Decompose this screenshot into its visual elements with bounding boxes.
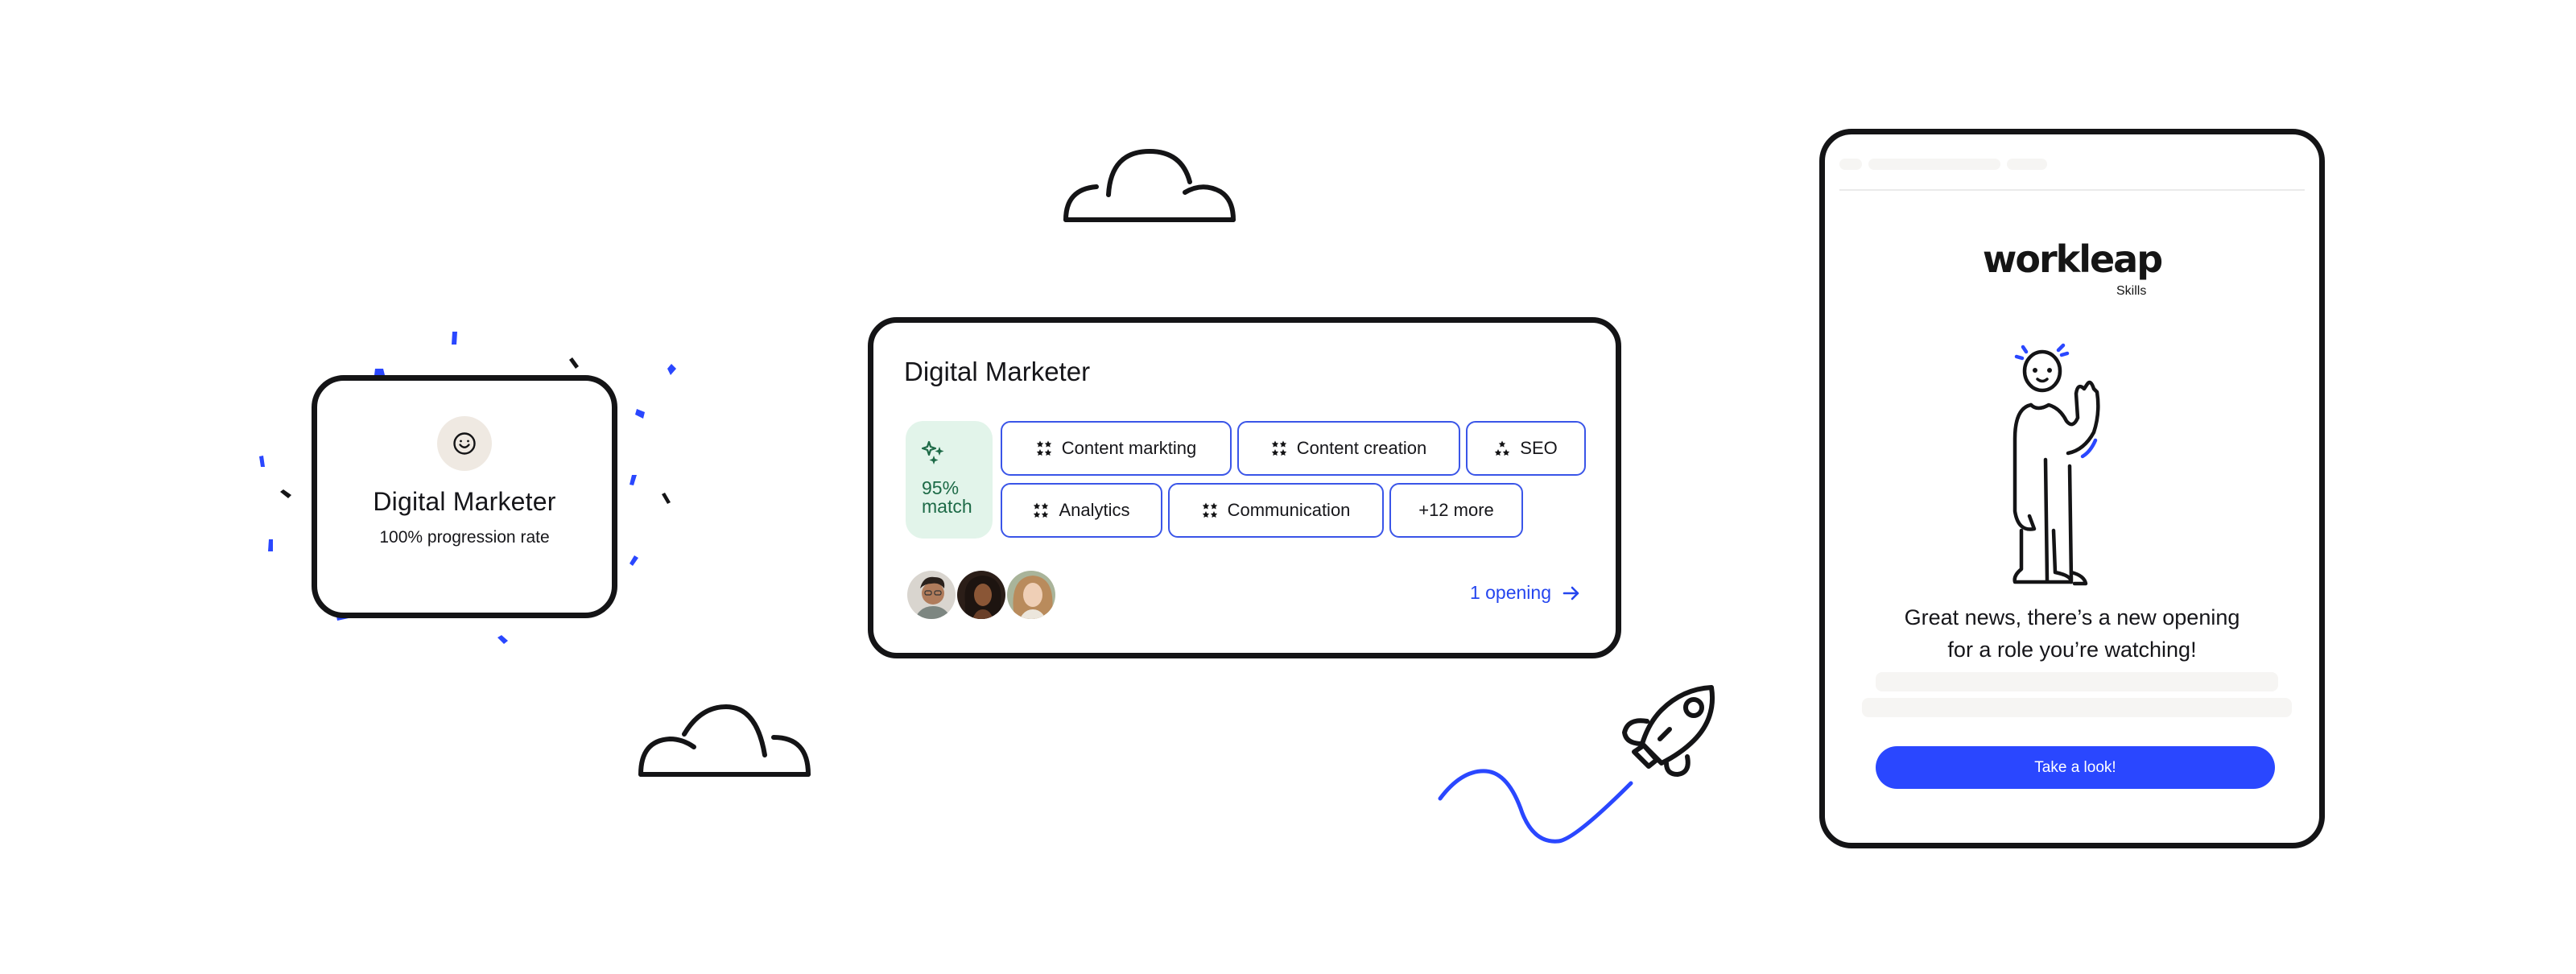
take-a-look-button[interactable]: Take a look! — [1876, 746, 2275, 789]
skeleton-placeholder — [1862, 698, 2292, 717]
skill-label: Content markting — [1061, 438, 1197, 458]
skeleton-placeholder — [1868, 159, 2000, 170]
four-stars-icon — [1036, 440, 1051, 456]
rocket-icon — [1622, 685, 1715, 777]
role-title: Digital Marketer — [904, 357, 1091, 386]
skeleton-placeholder — [2007, 159, 2047, 170]
skill-chip[interactable]: SEO — [1466, 421, 1586, 476]
divider — [1839, 189, 2305, 191]
skill-chip[interactable]: Content creation — [1237, 421, 1460, 476]
avatar-group — [906, 569, 1057, 621]
openings-label: 1 opening — [1469, 582, 1551, 603]
avatar — [956, 569, 1007, 621]
confetti-piece — [630, 555, 638, 566]
sparkles-icon — [921, 440, 944, 464]
role-card[interactable]: Digital Marketer 95% match Content markt… — [868, 317, 1621, 658]
three-stars-icon — [1495, 440, 1510, 456]
brand-logo: workleap Skills — [1825, 237, 2319, 298]
match-percent: 95% — [922, 477, 960, 498]
arrow-right-icon — [1563, 586, 1579, 600]
confetti-piece — [280, 489, 291, 498]
avatar-badge — [437, 416, 492, 471]
skill-chip[interactable]: Communication — [1168, 483, 1384, 538]
skill-label: SEO — [1520, 438, 1558, 458]
confetti-piece — [635, 409, 645, 419]
confetti-piece — [374, 369, 385, 375]
match-badge: 95% match — [906, 421, 993, 539]
cloud-icon — [1063, 148, 1236, 222]
skill-chip[interactable]: Analytics — [1001, 483, 1162, 538]
skeleton-placeholder — [1876, 672, 2278, 691]
avatar — [906, 569, 957, 621]
notification-message: Great news, there’s a new opening for a … — [1825, 601, 2319, 666]
confetti-piece — [662, 493, 671, 504]
cloud-icon — [638, 704, 811, 777]
skill-label: Analytics — [1059, 500, 1130, 520]
confetti-piece — [497, 635, 508, 644]
confetti-piece — [259, 456, 265, 467]
skeleton-placeholder — [1839, 159, 1862, 170]
four-stars-icon — [1202, 502, 1217, 518]
skill-label: Communication — [1227, 500, 1351, 520]
skill-label: Content creation — [1296, 438, 1427, 458]
confetti-piece — [630, 475, 637, 485]
confetti-piece — [569, 357, 579, 369]
brand-wordmark: workleap — [1982, 237, 2163, 281]
rocket-trail — [1438, 769, 1633, 844]
smiley-icon — [453, 432, 476, 455]
product-name: Skills — [2116, 284, 2147, 298]
confetti-piece — [667, 364, 676, 375]
four-stars-icon — [1271, 440, 1286, 456]
message-line: Great news, there’s a new opening — [1904, 605, 2240, 629]
more-skills-button[interactable]: +12 more — [1389, 483, 1523, 538]
more-skills-label: +12 more — [1418, 500, 1494, 520]
achievement-subtitle: 100% progression rate — [379, 528, 550, 547]
skill-chip[interactable]: Content markting — [1001, 421, 1232, 476]
four-stars-icon — [1034, 502, 1049, 518]
notification-phone: workleap Skills Great news, there’s a ne… — [1819, 129, 2325, 848]
achievement-title: Digital Marketer — [373, 487, 556, 516]
achievement-card: Digital Marketer 100% progression rate — [312, 375, 617, 618]
confetti-piece — [268, 539, 273, 551]
message-line: for a role you’re watching! — [1947, 638, 2197, 662]
match-label: match — [922, 496, 972, 517]
confetti-piece — [452, 332, 457, 345]
openings-link[interactable]: 1 opening — [1470, 582, 1580, 604]
avatar — [1005, 569, 1057, 621]
waving-person-illustration — [2013, 343, 2100, 586]
